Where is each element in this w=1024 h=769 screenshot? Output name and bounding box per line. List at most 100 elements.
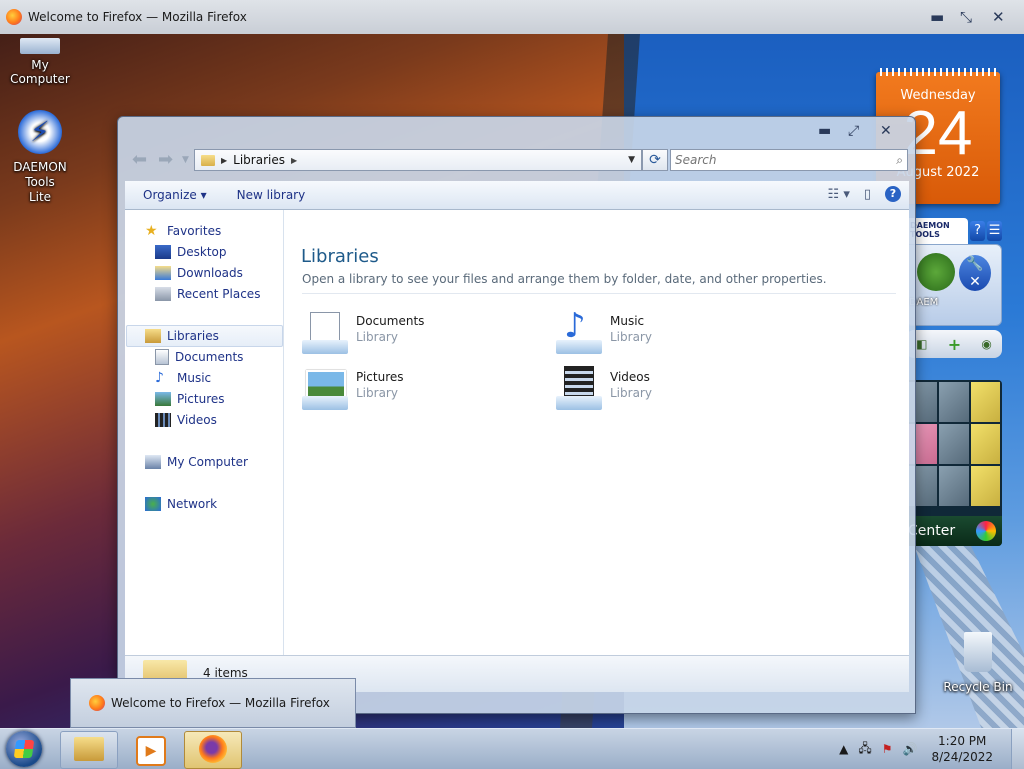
rss-icon[interactable]: ☰ bbox=[987, 221, 1002, 241]
pictures-library-icon bbox=[302, 366, 348, 412]
firefox-titlebar[interactable]: Welcome to Firefox — Mozilla Firefox ▬ ⤡… bbox=[0, 0, 1024, 34]
address-bar[interactable]: ▶ Libraries ▶ ▼ bbox=[194, 149, 642, 171]
taskbar-firefox-button[interactable] bbox=[184, 731, 242, 769]
recent-pages-chevron-icon[interactable]: ▼ bbox=[182, 155, 189, 165]
minimize-button[interactable]: ▬ bbox=[818, 123, 831, 139]
maximize-button[interactable]: ⤢ bbox=[848, 123, 859, 139]
nav-item-documents[interactable]: Documents bbox=[155, 348, 243, 366]
address-dropdown-icon[interactable]: ▼ bbox=[628, 155, 635, 165]
nav-item-libraries[interactable]: Libraries bbox=[145, 327, 219, 345]
search-box[interactable]: ⌕ bbox=[670, 149, 908, 171]
wrench-icon[interactable]: 🔧 ✕ bbox=[959, 255, 991, 291]
taskbar-thumbnail-firefox[interactable]: Welcome to Firefox — Mozilla Firefox bbox=[70, 678, 356, 728]
action-center-icon[interactable]: ⚑ bbox=[882, 742, 893, 756]
desktop-icon-daemon-tools[interactable]: ⚡ DAEMON Tools Lite bbox=[0, 110, 80, 205]
nav-item-pictures[interactable]: Pictures bbox=[155, 390, 225, 408]
search-input[interactable] bbox=[671, 152, 877, 168]
nav-item-label: Videos bbox=[177, 413, 217, 427]
refresh-button[interactable]: ⟳ bbox=[642, 149, 668, 171]
desktop-icon-label: DAEMON Tools Lite bbox=[13, 160, 67, 204]
organize-button[interactable]: Organize ▾ bbox=[143, 188, 207, 202]
library-type: Library bbox=[356, 386, 398, 400]
back-arrow-icon[interactable]: ⬅ bbox=[132, 149, 147, 170]
close-button[interactable]: ✕ bbox=[880, 123, 892, 139]
nav-item-videos[interactable]: Videos bbox=[155, 411, 217, 429]
clock-date: 8/24/2022 bbox=[931, 750, 993, 764]
media-center-gadget[interactable]: Center bbox=[906, 380, 1002, 546]
navigation-row: ⬅ ➡ ▼ ▶ Libraries ▶ ▼ ⟳ ⌕ bbox=[130, 149, 910, 171]
star-icon: ★ bbox=[145, 223, 158, 239]
documents-library-icon bbox=[302, 310, 348, 356]
videos-library-icon bbox=[556, 366, 602, 412]
firefox-icon bbox=[89, 695, 105, 711]
system-tray: ▲ 🖧 ⚑ 🔊 1:20 PM 8/24/2022 bbox=[839, 729, 1024, 769]
nav-item-label: Desktop bbox=[177, 245, 227, 259]
taskbar-explorer-button[interactable] bbox=[60, 731, 118, 769]
recent-places-icon bbox=[155, 287, 171, 301]
music-library-icon: ♪ bbox=[556, 308, 602, 356]
restore-button[interactable]: ⤡ bbox=[960, 8, 972, 26]
add-icon[interactable]: + bbox=[948, 335, 961, 354]
library-name: Pictures bbox=[356, 370, 404, 384]
firefox-window-title: Welcome to Firefox — Mozilla Firefox bbox=[28, 10, 247, 24]
explorer-window[interactable]: ▬ ⤢ ✕ ⬅ ➡ ▼ ▶ Libraries ▶ ▼ ⟳ ⌕ Organize… bbox=[117, 116, 916, 714]
daemon-tools-icon: ⚡ bbox=[18, 110, 62, 154]
library-videos[interactable]: Videos Library bbox=[556, 366, 652, 412]
mount-icon[interactable]: ◧ bbox=[916, 337, 927, 351]
music-icon: ♪ bbox=[155, 370, 164, 386]
nav-item-label: Documents bbox=[175, 350, 244, 364]
show-desktop-button[interactable] bbox=[1011, 729, 1024, 769]
nav-item-label: My Computer bbox=[167, 455, 248, 469]
close-button[interactable]: ✕ bbox=[992, 8, 1005, 26]
nav-item-network[interactable]: Network bbox=[145, 495, 217, 513]
nav-item-label: Music bbox=[177, 371, 212, 385]
nav-item-favorites[interactable]: ★ Favorites bbox=[145, 222, 221, 240]
forward-arrow-icon[interactable]: ➡ bbox=[158, 149, 173, 170]
library-type: Library bbox=[356, 330, 398, 344]
start-button[interactable] bbox=[6, 731, 42, 767]
content-pane: Libraries Open a library to see your fil… bbox=[284, 210, 909, 656]
change-view-icon[interactable]: ☷ ▾ bbox=[828, 187, 850, 202]
volume-icon[interactable]: 🔊 bbox=[903, 742, 918, 756]
drive-icon[interactable]: ◉ bbox=[981, 337, 991, 351]
network-tray-icon[interactable]: 🖧 bbox=[858, 739, 871, 760]
library-documents[interactable]: Documents Library bbox=[302, 310, 424, 356]
nav-item-desktop[interactable]: Desktop bbox=[155, 243, 227, 261]
library-name: Music bbox=[610, 314, 645, 328]
page-title: Libraries bbox=[301, 246, 379, 267]
minimize-button[interactable]: ▬ bbox=[930, 8, 944, 26]
breadcrumb-chevron-icon[interactable]: ▶ bbox=[291, 156, 297, 165]
nav-item-recent-places[interactable]: Recent Places bbox=[155, 285, 260, 303]
desktop-icon-recycle-bin[interactable]: Recycle Bin bbox=[936, 632, 1020, 694]
desktop-icon-my-computer[interactable]: My Computer bbox=[0, 38, 80, 86]
media-thumbnails bbox=[906, 380, 1002, 508]
media-player-icon: ▶ bbox=[136, 736, 166, 766]
command-bar: Organize ▾ New library ☷ ▾ ▯ ? bbox=[125, 181, 909, 210]
downloads-icon bbox=[155, 266, 171, 280]
preview-pane-icon[interactable]: ▯ bbox=[864, 187, 871, 202]
explorer-body: ★ Favorites Desktop Downloads Recent Pla… bbox=[125, 210, 909, 656]
taskbar: ▶ ▲ 🖧 ⚑ 🔊 1:20 PM 8/24/2022 bbox=[0, 728, 1024, 769]
library-music[interactable]: ♪ Music Library bbox=[556, 308, 652, 356]
help-icon[interactable]: ? bbox=[970, 221, 986, 241]
windows-logo-icon[interactable] bbox=[976, 521, 996, 541]
show-hidden-icons-icon[interactable]: ▲ bbox=[839, 742, 848, 756]
new-library-button[interactable]: New library bbox=[237, 188, 306, 202]
clock[interactable]: 1:20 PM 8/24/2022 bbox=[931, 733, 993, 765]
library-pictures[interactable]: Pictures Library bbox=[302, 366, 404, 412]
breadcrumb-libraries[interactable]: Libraries bbox=[233, 153, 285, 167]
daemon-tools-gadget[interactable]: DAEMON TOOLS ? ☰ 🔧 ✕ DAEM ◧ + ◉ bbox=[906, 218, 1002, 368]
help-icon[interactable]: ? bbox=[885, 186, 901, 202]
nav-item-music[interactable]: ♪ Music bbox=[155, 369, 211, 387]
nav-item-downloads[interactable]: Downloads bbox=[155, 264, 243, 282]
windows-logo-icon bbox=[13, 740, 35, 758]
search-icon[interactable]: ⌕ bbox=[896, 153, 903, 168]
videos-icon bbox=[155, 413, 171, 427]
address-arrow-icon[interactable]: ▶ bbox=[221, 156, 227, 165]
taskbar-media-player-button[interactable]: ▶ bbox=[122, 731, 180, 769]
documents-icon bbox=[155, 349, 169, 365]
nav-item-label: Favorites bbox=[167, 224, 222, 238]
nav-item-my-computer[interactable]: My Computer bbox=[145, 453, 248, 471]
daemon-tools-footer: ◧ + ◉ bbox=[906, 330, 1002, 358]
folder-icon bbox=[74, 737, 104, 761]
